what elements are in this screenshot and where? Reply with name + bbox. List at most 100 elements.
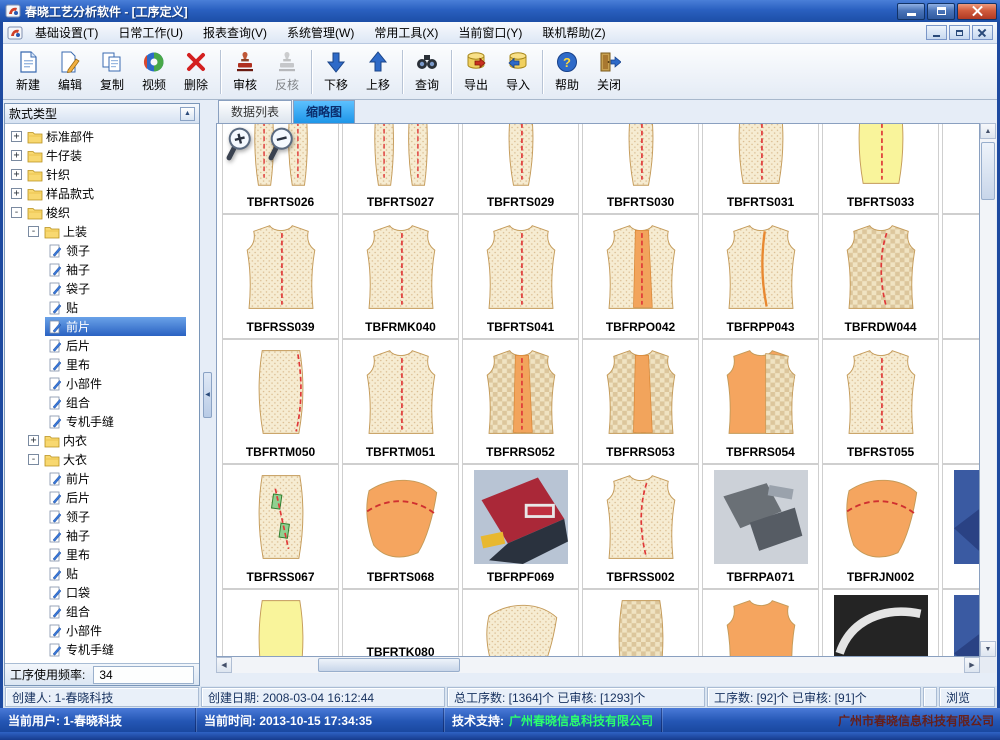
- tree-item[interactable]: -上装: [5, 222, 199, 241]
- thumbnail-cell[interactable]: [462, 589, 579, 657]
- child-restore-button[interactable]: [949, 25, 970, 40]
- tree-item[interactable]: +牛仔装: [5, 146, 199, 165]
- zoom-in-button[interactable]: [221, 126, 257, 162]
- thumbnail-cell[interactable]: TBFRRS054: [702, 339, 819, 464]
- thumbnail-cell[interactable]: TBFRJN002: [822, 464, 939, 589]
- menu-item-2[interactable]: 日常工作(U): [108, 21, 193, 44]
- tree-item-selected[interactable]: 前片: [5, 317, 199, 336]
- thumbnail-cell[interactable]: TBFRDW044: [822, 214, 939, 339]
- audit-toolbar-button[interactable]: 审核: [224, 47, 266, 97]
- delete-toolbar-button[interactable]: 删除: [175, 47, 217, 97]
- collapse-node-icon[interactable]: -: [11, 207, 22, 218]
- thumbnail-cell[interactable]: TBFRMK040: [342, 214, 459, 339]
- thumbnail-cell[interactable]: TBFRTS068: [342, 464, 459, 589]
- child-close-button[interactable]: [972, 25, 993, 40]
- tree-item[interactable]: 里布: [5, 545, 199, 564]
- thumbnail-cell[interactable]: TBFRRS052: [462, 339, 579, 464]
- scroll-left-button[interactable]: ◀: [216, 657, 232, 673]
- vscroll-thumb[interactable]: [981, 142, 995, 200]
- expand-node-icon[interactable]: +: [11, 169, 22, 180]
- tab-thumbnails[interactable]: 缩略图: [293, 100, 355, 123]
- tree-item[interactable]: -大衣: [5, 450, 199, 469]
- tree-item[interactable]: 里布: [5, 355, 199, 374]
- collapse-node-icon[interactable]: -: [28, 454, 39, 465]
- hscroll-thumb[interactable]: [318, 658, 460, 672]
- tree-item[interactable]: 口袋: [5, 583, 199, 602]
- tree-item[interactable]: 后片: [5, 488, 199, 507]
- maximize-button[interactable]: [927, 3, 955, 20]
- help-toolbar-button[interactable]: ?帮助: [546, 47, 588, 97]
- thumbnail-cell[interactable]: TBFRTM050: [222, 339, 339, 464]
- thumbnail-cell[interactable]: [942, 214, 980, 339]
- tree-item[interactable]: 后片: [5, 336, 199, 355]
- thumbnail-cell[interactable]: TBFRSS067: [222, 464, 339, 589]
- menu-item-6[interactable]: 当前窗口(Y): [448, 21, 532, 44]
- thumbnail-cell[interactable]: TBFRPP043: [702, 214, 819, 339]
- video-toolbar-button[interactable]: 视频: [133, 47, 175, 97]
- search-toolbar-button[interactable]: 查询: [406, 47, 448, 97]
- splitter[interactable]: ◀: [200, 103, 216, 686]
- vertical-scrollbar[interactable]: ▲ ▼: [980, 123, 996, 657]
- thumbnail-cell[interactable]: TBFRTS041: [462, 214, 579, 339]
- thumbnail-cell[interactable]: TBFRTK080: [342, 589, 459, 657]
- tree-item[interactable]: -梭织: [5, 203, 199, 222]
- hscroll-track[interactable]: [232, 657, 964, 673]
- edit-toolbar-button[interactable]: 编辑: [49, 47, 91, 97]
- tree-item[interactable]: 前片: [5, 469, 199, 488]
- tree-item[interactable]: 组合: [5, 393, 199, 412]
- tree-item[interactable]: +样品款式: [5, 184, 199, 203]
- tree-item[interactable]: 小部件: [5, 621, 199, 640]
- thumbnail-cell[interactable]: [942, 123, 980, 214]
- close-button[interactable]: [957, 3, 997, 20]
- tree-item[interactable]: 袖子: [5, 260, 199, 279]
- thumbnail-cell[interactable]: [942, 464, 980, 589]
- collapse-panel-button[interactable]: ▲: [180, 107, 195, 121]
- menu-item-4[interactable]: 系统管理(W): [277, 21, 364, 44]
- menu-item-1[interactable]: 基础设置(T): [25, 21, 108, 44]
- thumbnail-cell[interactable]: TBFRPA071: [702, 464, 819, 589]
- minimize-button[interactable]: [897, 3, 925, 20]
- thumbnail-cell[interactable]: TBFRPF069: [462, 464, 579, 589]
- expand-node-icon[interactable]: +: [11, 150, 22, 161]
- new-toolbar-button[interactable]: 新建: [7, 47, 49, 97]
- expand-node-icon[interactable]: +: [11, 188, 22, 199]
- tree-item[interactable]: +内衣: [5, 431, 199, 450]
- thumbnail-cell[interactable]: TBFRTS033: [822, 123, 939, 214]
- thumbnail-cell[interactable]: TBFRRS053: [582, 339, 699, 464]
- thumbnail-cell[interactable]: [822, 589, 939, 657]
- tree-item[interactable]: 袋子: [5, 279, 199, 298]
- tree-item[interactable]: 贴: [5, 564, 199, 583]
- thumbnail-cell[interactable]: [702, 589, 819, 657]
- exit-toolbar-button[interactable]: 关闭: [588, 47, 630, 97]
- expand-node-icon[interactable]: +: [11, 131, 22, 142]
- vscroll-track[interactable]: [980, 139, 996, 641]
- menu-item-5[interactable]: 常用工具(X): [364, 21, 448, 44]
- tree-item[interactable]: 小部件: [5, 374, 199, 393]
- thumbnail-cell[interactable]: TBFRTM051: [342, 339, 459, 464]
- thumbnail-cell[interactable]: TBFRTS030: [582, 123, 699, 214]
- export-toolbar-button[interactable]: 导出: [455, 47, 497, 97]
- scroll-down-button[interactable]: ▼: [980, 641, 996, 657]
- thumbnail-cell[interactable]: [942, 339, 980, 464]
- thumbnail-cell[interactable]: [582, 589, 699, 657]
- thumbnail-cell[interactable]: TBFRST055: [822, 339, 939, 464]
- thumbnail-cell[interactable]: TBFRTS031: [702, 123, 819, 214]
- scroll-up-button[interactable]: ▲: [980, 123, 996, 139]
- scroll-right-button[interactable]: ▶: [964, 657, 980, 673]
- thumbnail-cell[interactable]: TBFRTS029: [462, 123, 579, 214]
- move-up-toolbar-button[interactable]: 上移: [357, 47, 399, 97]
- tree-item[interactable]: 领子: [5, 241, 199, 260]
- collapse-sidebar-button[interactable]: ◀: [203, 372, 212, 418]
- copy-toolbar-button[interactable]: 复制: [91, 47, 133, 97]
- tree-item[interactable]: 专机手缝: [5, 640, 199, 659]
- thumbnail-cell[interactable]: TBFRPO042: [582, 214, 699, 339]
- move-down-toolbar-button[interactable]: 下移: [315, 47, 357, 97]
- tree-item[interactable]: +标准部件: [5, 127, 199, 146]
- thumbnail-cell[interactable]: TBFRTS027: [342, 123, 459, 214]
- tree-item[interactable]: 袖子: [5, 526, 199, 545]
- horizontal-scrollbar[interactable]: ◀ ▶: [216, 657, 980, 673]
- tree-item[interactable]: 专机手缝: [5, 412, 199, 431]
- menu-item-3[interactable]: 报表查询(V): [193, 21, 277, 44]
- thumbnail-cell[interactable]: TBFRSS039: [222, 214, 339, 339]
- tree-item[interactable]: 贴: [5, 298, 199, 317]
